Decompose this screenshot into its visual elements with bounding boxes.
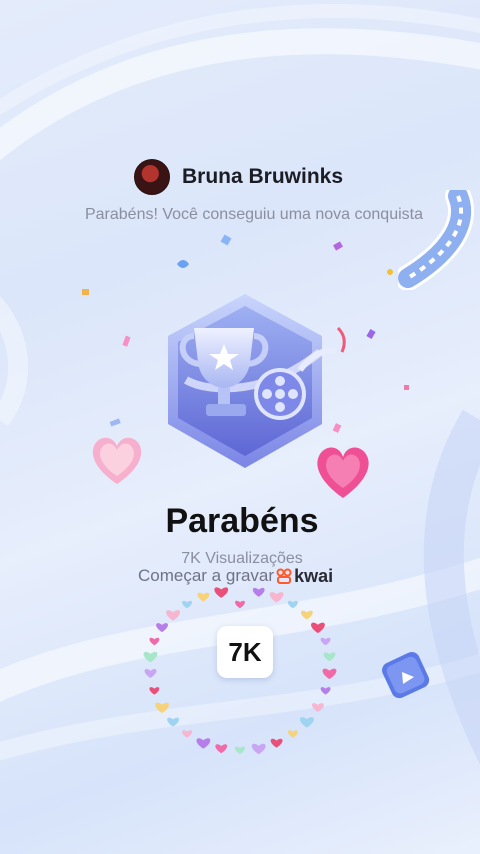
small-heart-icon xyxy=(287,600,298,609)
small-heart-icon xyxy=(320,687,331,695)
small-heart-icon xyxy=(300,610,313,620)
small-heart-icon xyxy=(182,730,193,738)
small-heart-icon xyxy=(156,623,168,633)
small-heart-icon xyxy=(196,738,211,749)
small-heart-icon xyxy=(287,730,298,738)
user-header: Bruna Bruwinks xyxy=(0,158,480,195)
small-heart-icon xyxy=(311,622,325,634)
small-heart-icon xyxy=(312,703,324,713)
username: Bruna Bruwinks xyxy=(182,165,344,188)
small-heart-icon xyxy=(215,744,228,754)
small-heart-icon xyxy=(251,743,266,755)
views-count-box: 7K xyxy=(217,626,273,678)
small-heart-icon xyxy=(166,610,181,621)
small-heart-icon xyxy=(269,592,284,603)
small-heart-icon xyxy=(235,746,245,755)
small-heart-icon xyxy=(149,687,160,695)
achievement-subtitle: Parabéns! Você conseguiu uma nova conqui… xyxy=(84,206,423,223)
small-heart-icon xyxy=(144,669,157,678)
small-heart-icon xyxy=(235,600,245,609)
play-card-icon xyxy=(382,652,430,699)
small-heart-icon xyxy=(299,717,314,728)
small-heart-icon xyxy=(320,637,331,646)
views-count: 7K xyxy=(228,636,262,667)
small-heart-icon xyxy=(270,738,283,748)
small-heart-icon xyxy=(323,652,336,662)
small-heart-icon xyxy=(252,587,265,597)
small-heart-icon xyxy=(167,717,180,727)
avatar[interactable] xyxy=(134,159,170,195)
small-heart-icon xyxy=(197,592,210,602)
small-heart-icon xyxy=(155,702,169,714)
small-heart-icon xyxy=(143,651,158,663)
achievement-title: Parabéns xyxy=(165,502,319,540)
small-heart-icon xyxy=(214,587,229,598)
small-heart-icon xyxy=(322,668,337,679)
trophy-badge-icon xyxy=(168,294,338,468)
small-heart-icon xyxy=(182,600,193,609)
small-heart-icon xyxy=(149,637,160,646)
